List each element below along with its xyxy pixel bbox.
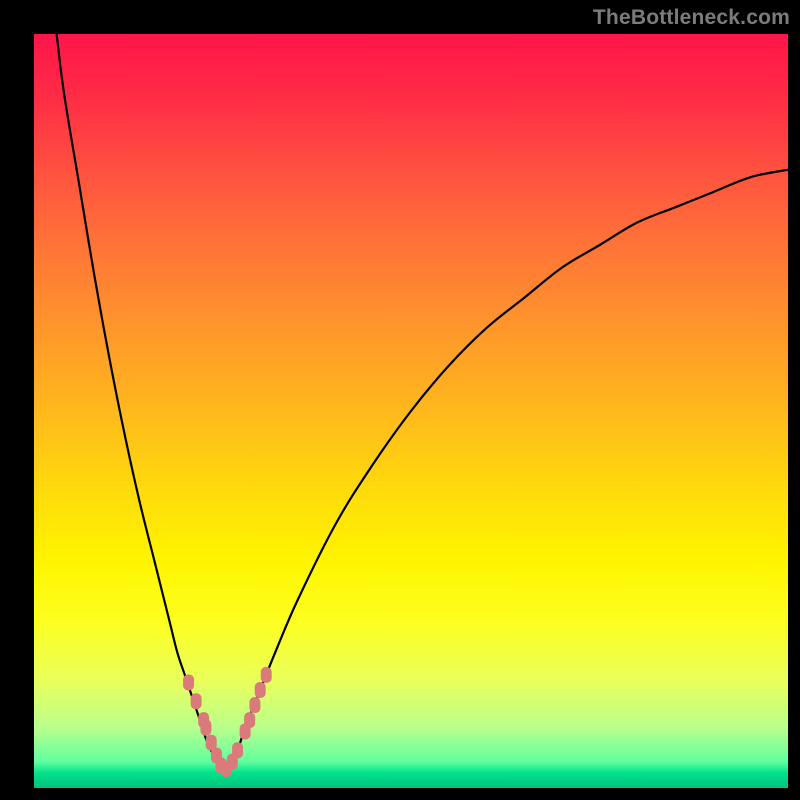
- marker-point: [261, 667, 272, 683]
- markers-layer: [183, 667, 272, 777]
- marker-point: [255, 682, 266, 698]
- marker-point: [183, 674, 194, 690]
- chart-svg: [34, 34, 788, 788]
- marker-point: [249, 697, 260, 713]
- marker-point: [232, 742, 243, 758]
- curve-left-branch: [57, 34, 223, 773]
- marker-point: [200, 720, 211, 736]
- marker-point: [191, 693, 202, 709]
- chart-frame: TheBottleneck.com: [0, 0, 800, 800]
- curve-right-branch: [223, 170, 789, 773]
- curves-layer: [57, 34, 788, 773]
- plot-area: [34, 34, 788, 788]
- marker-point: [244, 712, 255, 728]
- watermark-text: TheBottleneck.com: [593, 6, 790, 30]
